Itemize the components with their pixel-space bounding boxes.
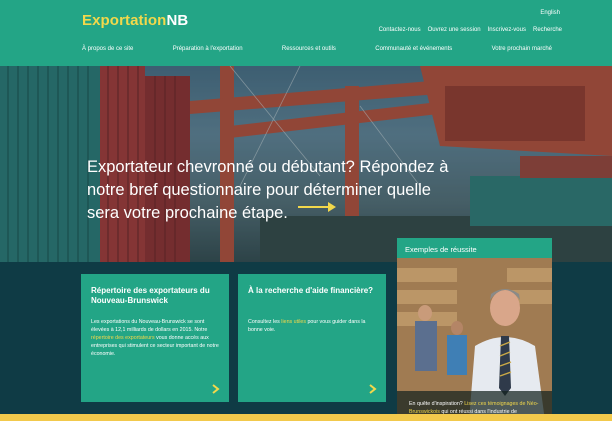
right-arrow-icon[interactable] — [298, 200, 338, 214]
useful-links-link[interactable]: liens utiles — [281, 319, 306, 325]
success-stories-title: Exemples de réussite — [405, 245, 477, 254]
financial-aid-card[interactable]: À la recherche d'aide financière? Consul… — [238, 274, 386, 402]
logo-main-text: Exportation — [82, 12, 167, 29]
card-title: À la recherche d'aide financière? — [248, 286, 374, 295]
chevron-right-icon[interactable] — [369, 384, 377, 394]
logo-suffix-text: NB — [166, 12, 189, 29]
exporter-directory-card[interactable]: Répertoire des exportateurs du Nouveau-B… — [81, 274, 229, 402]
card-title: Répertoire des exportateurs du Nouveau-B… — [91, 286, 210, 305]
hero-headline[interactable]: Exportateur chevronné ou débutant? Répon… — [87, 156, 467, 225]
caption-text: En quête d'inspiration? — [409, 401, 465, 407]
card-body-text: Les exportations du Nouveau-Brunswick se… — [91, 319, 208, 333]
sign-in-link[interactable]: Ouvrez une session — [428, 27, 481, 33]
search-link[interactable]: Recherche — [533, 27, 562, 33]
contact-link[interactable]: Contactez-nous — [379, 27, 421, 33]
nav-item-about[interactable]: À propos de ce site — [82, 46, 133, 52]
site-header: ExportationNB English Contactez-nous Ouv… — [0, 0, 612, 66]
language-toggle-link[interactable]: English — [540, 10, 560, 16]
success-stories-panel[interactable]: Exemples de réussite En quête d'inspirat… — [397, 238, 552, 421]
card-body: Les exportations du Nouveau-Brunswick se… — [91, 318, 219, 358]
card-body-text: Consultez les — [248, 319, 282, 325]
main-nav: À propos de ce site Préparation à l'expo… — [82, 46, 552, 52]
utility-nav: Contactez-nous Ouvrez une session Inscri… — [379, 27, 562, 33]
nav-item-next-market[interactable]: Votre prochain marché — [492, 46, 552, 52]
success-stories-photo: En quête d'inspiration? Lisez ces témoig… — [397, 258, 552, 421]
bottom-accent-strip — [0, 414, 612, 421]
site-logo[interactable]: ExportationNB — [82, 12, 188, 29]
nav-item-export-prep[interactable]: Préparation à l'exportation — [173, 46, 243, 52]
chevron-right-icon[interactable] — [212, 384, 220, 394]
nav-item-resources[interactable]: Ressources et outils — [282, 46, 336, 52]
hero-banner[interactable]: Exportateur chevronné ou débutant? Répon… — [0, 66, 612, 262]
register-link[interactable]: Inscrivez-vous — [488, 27, 526, 33]
card-body: Consultez les liens utiles pour vous gui… — [248, 318, 376, 334]
nav-item-community[interactable]: Communauté et événements — [375, 46, 452, 52]
directory-link[interactable]: répertoire des exportateurs — [91, 335, 155, 341]
